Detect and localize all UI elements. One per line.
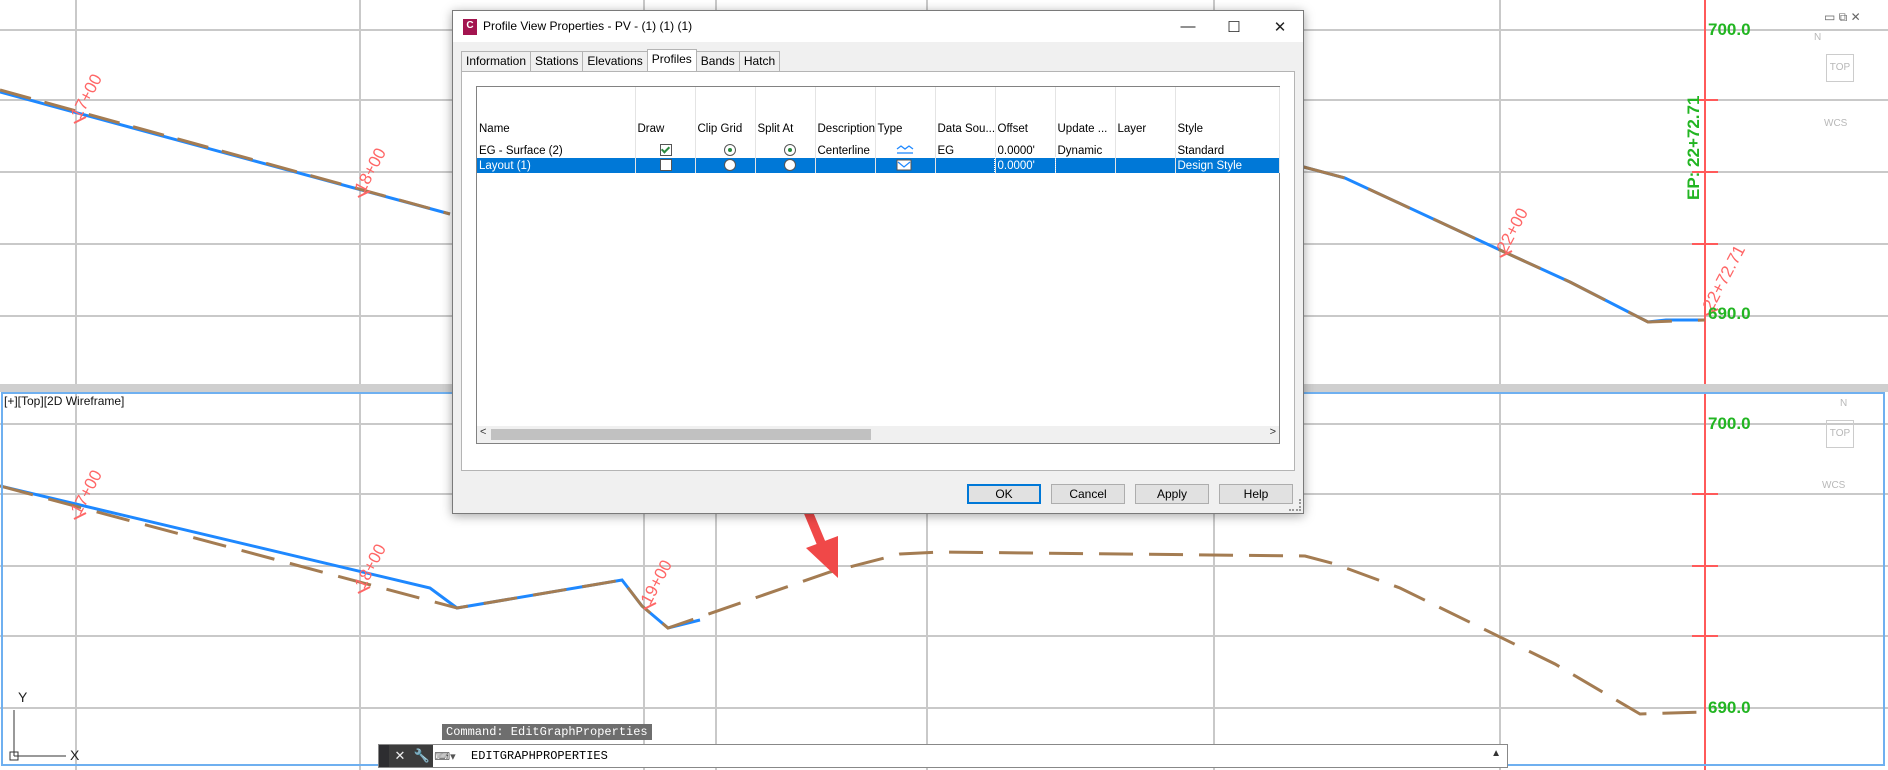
horizontal-scrollbar[interactable]: < > bbox=[477, 426, 1279, 443]
tab-strip: Information Stations Elevations Profiles… bbox=[461, 49, 781, 71]
table-row[interactable]: EG - Surface (2) Centerline EG 0.0000' D… bbox=[477, 143, 1280, 158]
table-row-selected[interactable]: Layout (1) 0.0000' Design Style bbox=[477, 157, 1280, 174]
minimize-button[interactable]: — bbox=[1165, 11, 1211, 42]
resize-grip[interactable] bbox=[1289, 499, 1301, 511]
row-layer[interactable] bbox=[1115, 158, 1176, 173]
column-header-offset[interactable]: Offset bbox=[995, 87, 1056, 143]
help-button[interactable]: Help bbox=[1219, 484, 1293, 504]
cancel-button[interactable]: Cancel bbox=[1051, 484, 1125, 504]
close-button[interactable]: ✕ bbox=[1257, 11, 1303, 42]
ok-button[interactable]: OK bbox=[967, 484, 1041, 504]
row-style[interactable]: Standard bbox=[1175, 143, 1280, 158]
draw-checkbox[interactable] bbox=[659, 144, 672, 157]
grid-header-row: Name Draw Clip Grid Split At Description… bbox=[477, 87, 1280, 143]
dialog-title: Profile View Properties - PV - (1) (1) (… bbox=[483, 19, 693, 33]
profile-view-properties-dialog[interactable]: C Profile View Properties - PV - (1) (1)… bbox=[452, 10, 1304, 514]
civil3d-app-icon: C bbox=[463, 19, 477, 35]
column-header-type[interactable]: Type bbox=[875, 87, 936, 143]
maximize-button[interactable]: ☐ bbox=[1211, 11, 1257, 42]
row-update-mode[interactable]: Dynamic bbox=[1055, 143, 1116, 158]
profiles-grid[interactable]: Name Draw Clip Grid Split At Description… bbox=[476, 86, 1280, 444]
split-at-radio[interactable] bbox=[783, 159, 796, 172]
column-header-name[interactable]: Name bbox=[477, 87, 636, 143]
row-name: EG - Surface (2) bbox=[477, 143, 636, 158]
clip-grid-radio[interactable] bbox=[723, 159, 736, 172]
surface-profile-icon bbox=[896, 145, 913, 155]
draw-checkbox[interactable] bbox=[659, 159, 672, 172]
row-description[interactable] bbox=[815, 158, 876, 173]
clip-grid-radio[interactable] bbox=[723, 144, 736, 157]
apply-button[interactable]: Apply bbox=[1135, 484, 1209, 504]
row-offset[interactable]: 0.0000' bbox=[994, 157, 1056, 174]
tab-bands[interactable]: Bands bbox=[695, 51, 740, 71]
tab-stations[interactable]: Stations bbox=[530, 51, 584, 71]
row-description[interactable]: Centerline bbox=[815, 143, 876, 158]
column-header-split-at[interactable]: Split At bbox=[755, 87, 816, 143]
row-offset[interactable]: 0.0000' bbox=[995, 143, 1056, 158]
tab-profiles[interactable]: Profiles bbox=[646, 49, 697, 71]
column-header-clip-grid[interactable]: Clip Grid bbox=[695, 87, 756, 143]
layout-profile-icon bbox=[896, 159, 911, 171]
row-data-source bbox=[935, 158, 996, 173]
column-header-description[interactable]: Description bbox=[815, 87, 876, 143]
split-at-radio[interactable] bbox=[783, 144, 796, 157]
row-name: Layout (1) bbox=[477, 158, 636, 173]
column-header-layer[interactable]: Layer bbox=[1115, 87, 1176, 143]
row-layer[interactable] bbox=[1115, 143, 1176, 158]
column-header-update-mode[interactable]: Update ... bbox=[1055, 87, 1116, 143]
column-header-draw[interactable]: Draw bbox=[635, 87, 696, 143]
tab-elevations[interactable]: Elevations bbox=[582, 51, 648, 71]
row-style[interactable]: Design Style bbox=[1175, 158, 1280, 173]
scroll-thumb[interactable] bbox=[491, 429, 871, 440]
row-update-mode[interactable] bbox=[1055, 158, 1116, 173]
row-data-source: EG bbox=[935, 143, 996, 158]
dialog-title-bar[interactable]: C Profile View Properties - PV - (1) (1)… bbox=[453, 11, 1303, 42]
column-header-data-source[interactable]: Data Sou... bbox=[935, 87, 996, 143]
column-header-style[interactable]: Style bbox=[1175, 87, 1280, 143]
scroll-right-icon[interactable]: > bbox=[1270, 426, 1276, 438]
scroll-left-icon[interactable]: < bbox=[480, 426, 486, 438]
tab-information[interactable]: Information bbox=[461, 51, 532, 71]
drawing-area[interactable]: 17+00 18+00 22+00 22+72.71 700.0 690.0 EP: … bbox=[0, 0, 1888, 770]
tab-hatch[interactable]: Hatch bbox=[738, 51, 781, 71]
